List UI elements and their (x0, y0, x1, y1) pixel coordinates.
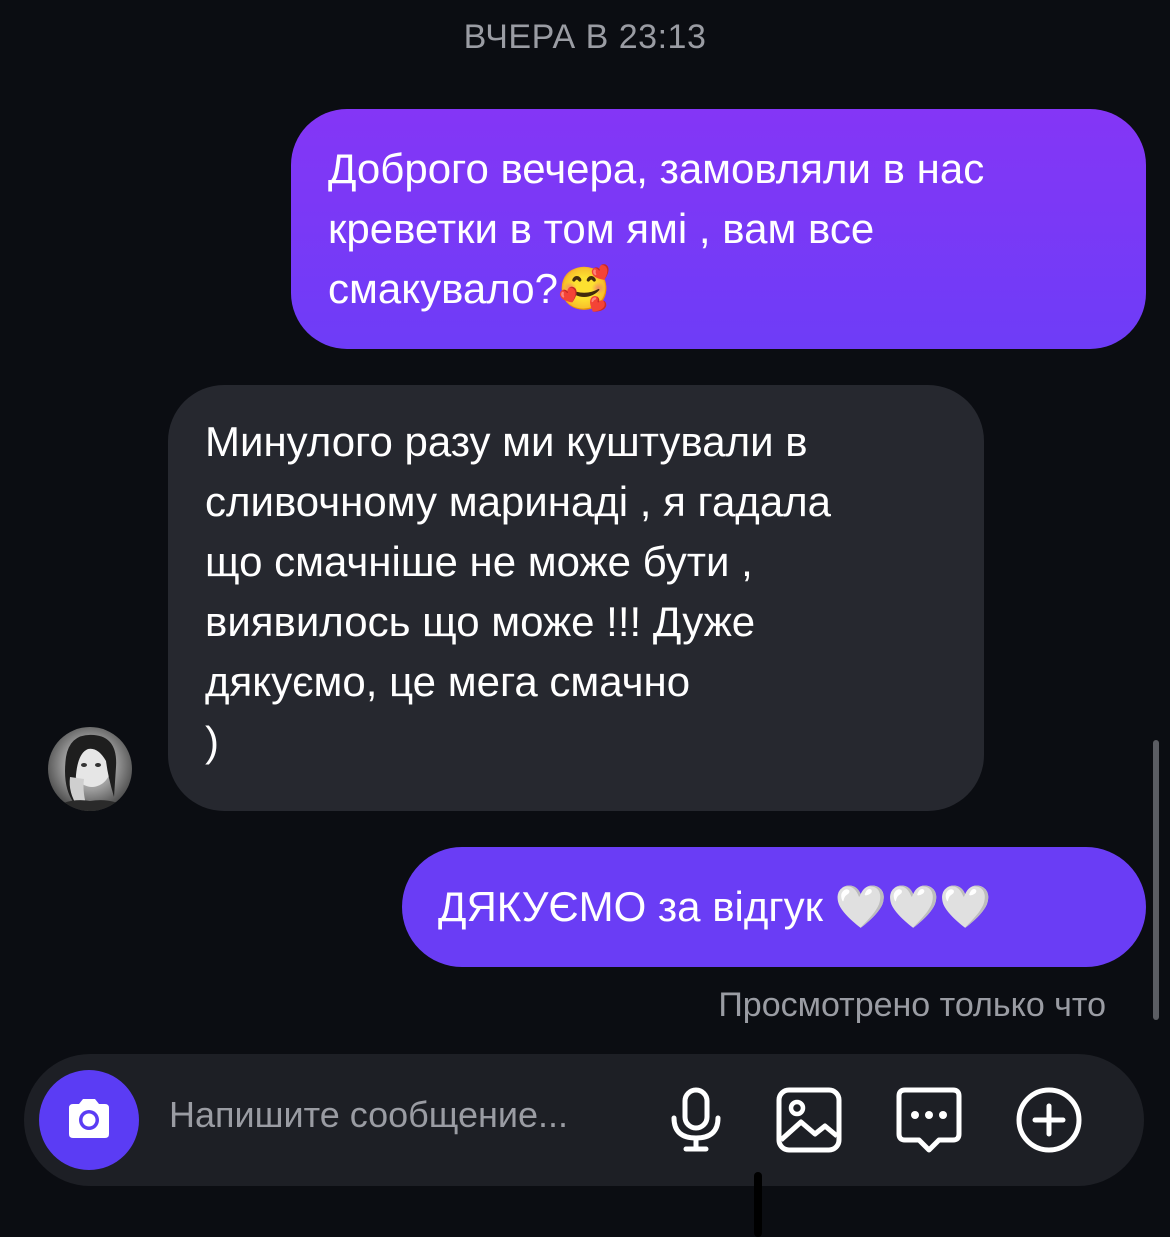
scrollbar[interactable] (1153, 740, 1159, 1020)
message-line: дякуємо, це мега смачно (205, 658, 691, 705)
outgoing-message-bubble[interactable]: Доброго вечера, замовляли в нас креветки… (291, 109, 1146, 349)
plus-icon (1016, 1087, 1082, 1153)
seen-status: Просмотрено только что (718, 986, 1106, 1024)
incoming-message-bubble[interactable]: Минулого разу ми куштували в сливочному … (168, 385, 984, 811)
gallery-icon (776, 1087, 842, 1153)
message-line: смакувало? (328, 265, 558, 312)
camera-button[interactable] (39, 1070, 139, 1170)
gallery-button[interactable] (773, 1084, 845, 1156)
message-line: ) (205, 718, 219, 765)
sticker-icon (896, 1087, 962, 1153)
add-attachment-button[interactable] (1013, 1084, 1085, 1156)
sender-avatar[interactable] (48, 727, 132, 811)
message-line: що смачніше не може бути , (205, 538, 753, 585)
message-line: сливочному маринаді , я гадала (205, 478, 832, 525)
message-input[interactable] (169, 1094, 639, 1136)
sticker-button[interactable] (893, 1084, 965, 1156)
message-composer (24, 1054, 1144, 1186)
message-line: Минулого разу ми куштували в (205, 418, 808, 465)
smiling-face-with-hearts-emoji: 🥰 (557, 264, 611, 313)
camera-icon (69, 1099, 109, 1138)
message-text: ДЯКУЄМО за відгук (438, 883, 824, 930)
message-timestamp: ВЧЕРА В 23:13 (463, 18, 707, 56)
message-line: креветки в том ямі , вам все (328, 205, 875, 252)
message-line: Доброго вечера, замовляли в нас (328, 145, 985, 192)
avatar-photo-icon (48, 734, 132, 811)
message-line: виявилось що може !!! Дуже (205, 598, 756, 645)
pen-mark (754, 1172, 762, 1237)
chat-screen: ВЧЕРА В 23:13 Доброго вечера, замовляли … (0, 0, 1170, 1237)
white-hearts-emoji: 🤍🤍🤍 (834, 882, 992, 931)
microphone-icon (671, 1087, 721, 1152)
outgoing-message-bubble[interactable]: ДЯКУЄМО за відгук 🤍🤍🤍 (402, 847, 1146, 967)
microphone-button[interactable] (660, 1084, 732, 1156)
